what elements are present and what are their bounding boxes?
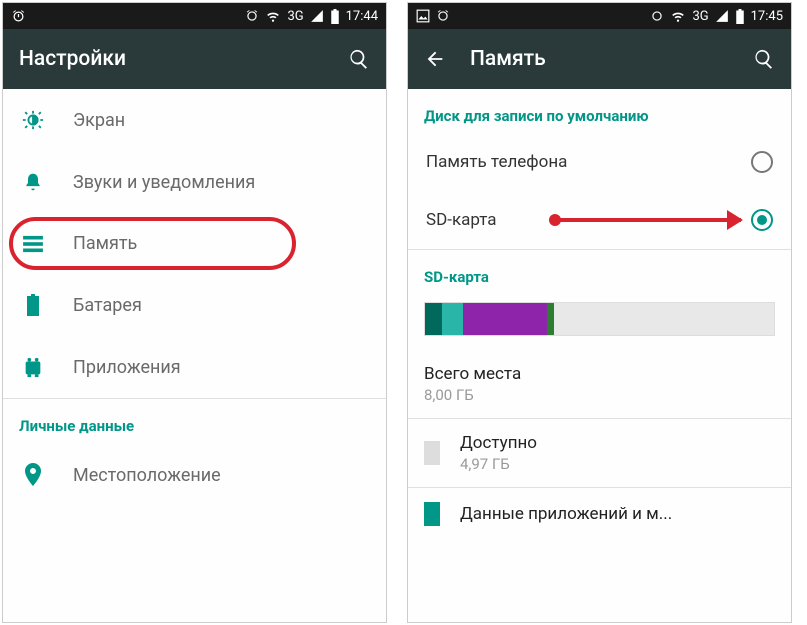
bell-icon [21, 171, 45, 193]
storage-title: Доступно [460, 433, 537, 453]
clock-text: 17:45 [751, 9, 783, 24]
clock-text: 17:44 [346, 9, 378, 24]
battery-icon [21, 294, 45, 316]
status-bar: 3G 17:44 [3, 3, 386, 29]
section-personal: Личные данные [3, 399, 386, 443]
settings-item-label: Батарея [73, 295, 142, 316]
signal-icon [310, 9, 324, 23]
settings-item-apps[interactable]: Приложения [3, 336, 386, 398]
settings-item-label: Звуки и уведомления [73, 172, 255, 193]
storage-usage-bar [424, 302, 775, 336]
storage-icon [21, 235, 45, 253]
battery-icon [735, 9, 745, 24]
image-icon [416, 9, 430, 23]
status-bar: 3G 17:45 [408, 3, 791, 29]
app-bar: Настройки [3, 29, 386, 89]
storage-value: 8,00 ГБ [424, 386, 521, 404]
radio-unchecked-icon [751, 151, 773, 173]
alarm-icon [436, 9, 450, 23]
alarm-icon [11, 9, 26, 24]
settings-list: Экран Звуки и уведомления Память Батарея [3, 89, 386, 622]
page-title: Память [470, 47, 753, 71]
section-default-disk: Диск для записи по умолчанию [408, 89, 791, 133]
wifi-icon [670, 9, 686, 23]
storage-row-appdata[interactable]: Данные приложений и м... [408, 488, 791, 540]
back-button[interactable] [424, 48, 446, 70]
settings-item-battery[interactable]: Батарея [3, 274, 386, 336]
battery-icon [330, 9, 340, 24]
network-label: 3G [692, 9, 708, 24]
search-button[interactable] [753, 48, 775, 70]
wifi-icon [265, 9, 281, 23]
radio-checked-icon [751, 209, 773, 231]
storage-title: Данные приложений и м... [460, 504, 672, 524]
radio-label: Память телефона [426, 152, 567, 172]
storage-value: 4,97 ГБ [460, 455, 537, 473]
radio-sd-card[interactable]: SD-карта [408, 191, 791, 249]
settings-item-label: Память [73, 233, 137, 254]
settings-item-display[interactable]: Экран [3, 89, 386, 151]
settings-item-location[interactable]: Местоположение [3, 443, 386, 507]
network-label: 3G [287, 9, 303, 24]
page-title: Настройки [19, 47, 348, 71]
storage-row-total[interactable]: Всего места 8,00 ГБ [408, 350, 791, 418]
storage-segment [463, 303, 547, 335]
settings-item-label: Экран [73, 110, 125, 131]
storage-segment [425, 303, 442, 335]
app-bar: Память [408, 29, 791, 89]
storage-segment [442, 303, 463, 335]
arrow-annotation [553, 218, 741, 222]
settings-item-storage[interactable]: Память [3, 213, 386, 274]
storage-segment [547, 303, 554, 335]
phone-left: 3G 17:44 Настройки Экран Звуки и у [2, 2, 387, 623]
alarm-icon [245, 9, 259, 23]
color-swatch [424, 441, 440, 465]
storage-title: Всего места [424, 364, 521, 384]
apps-icon [21, 356, 45, 378]
alarm-icon [650, 9, 664, 23]
settings-item-sound[interactable]: Звуки и уведомления [3, 151, 386, 213]
phone-right: 3G 17:45 Память Диск для записи по умолч… [407, 2, 792, 623]
settings-item-label: Приложения [73, 357, 181, 378]
storage-content: Диск для записи по умолчанию Память теле… [408, 89, 791, 622]
display-icon [21, 109, 45, 131]
signal-icon [715, 9, 729, 23]
section-sd-card: SD-карта [408, 250, 791, 294]
storage-row-available[interactable]: Доступно 4,97 ГБ [408, 419, 791, 487]
radio-phone-memory[interactable]: Память телефона [408, 133, 791, 191]
radio-label: SD-карта [426, 210, 497, 230]
settings-item-label: Местоположение [73, 465, 221, 486]
location-icon [21, 463, 45, 487]
color-swatch [424, 502, 440, 526]
search-button[interactable] [348, 48, 370, 70]
highlight-annotation [9, 217, 296, 270]
